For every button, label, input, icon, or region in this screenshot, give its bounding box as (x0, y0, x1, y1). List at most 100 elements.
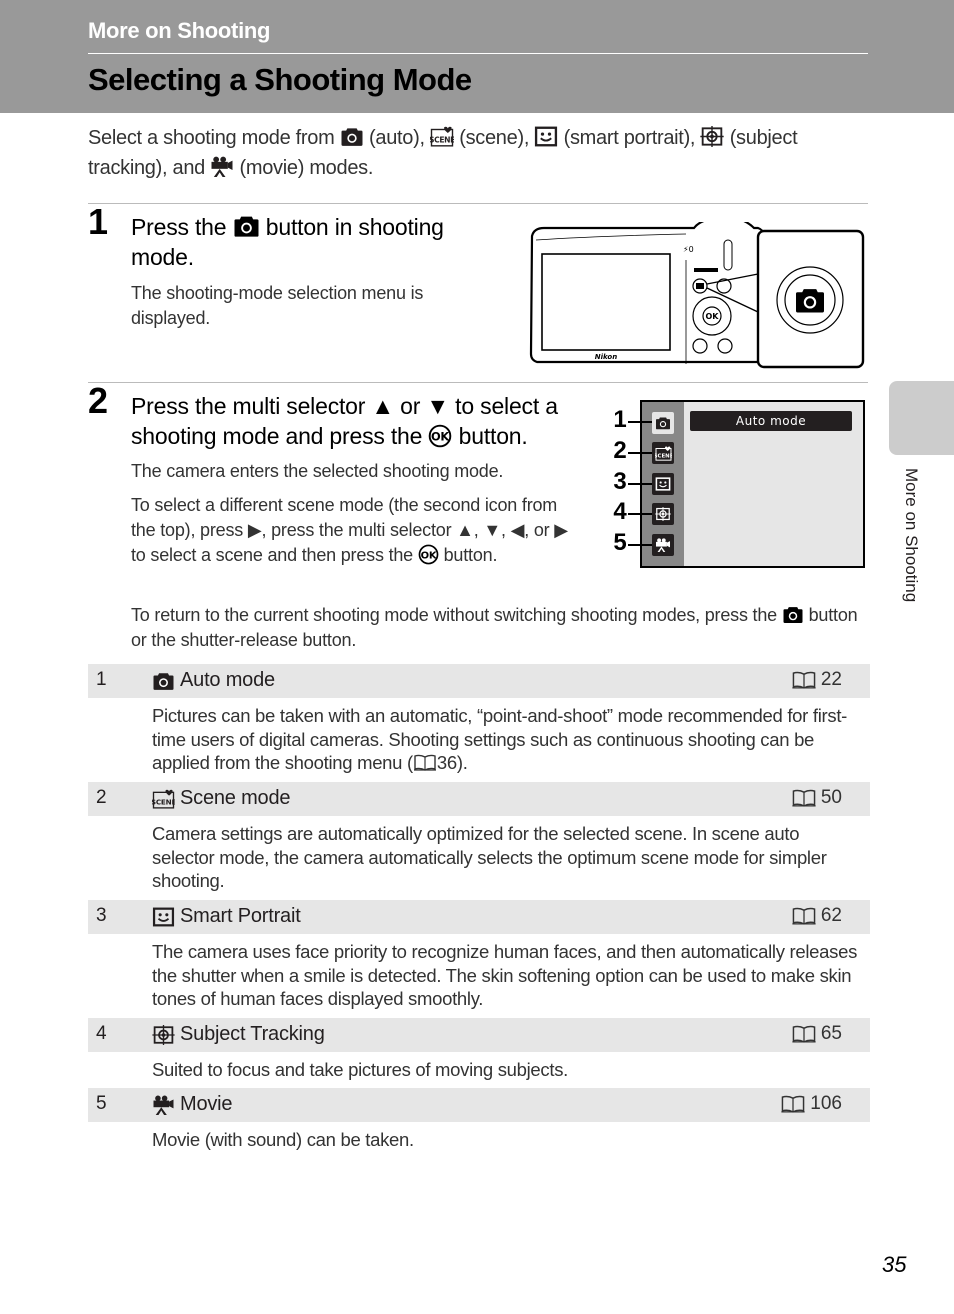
step2-number: 2 (88, 380, 109, 421)
book-icon (791, 671, 817, 690)
menu-item-auto[interactable] (652, 412, 674, 434)
mode-description-end: ). (456, 752, 468, 773)
inline-page-reference[interactable]: 36 (437, 752, 457, 773)
mode-name-text: Subject Tracking (180, 1023, 325, 1045)
step1-body: The shooting-mode selection menu is disp… (131, 283, 424, 328)
step2-body-3-text-a: To return to the current shooting mode w… (131, 605, 777, 625)
callout-line (628, 452, 652, 454)
step2-body-2-text-a: To select a different scene mode (the se… (131, 495, 568, 565)
mode-row-auto: 1 Auto mode 22 (88, 664, 870, 698)
mode-row-subject-tracking: 4 Subject Tracking 65 (88, 1018, 870, 1052)
movie-icon (655, 538, 671, 552)
callout-line (628, 544, 652, 546)
ok-button-icon (418, 544, 439, 565)
mode-name-text: Scene mode (180, 787, 291, 809)
scene-icon (152, 789, 175, 809)
mode-title: Movie (152, 1093, 233, 1116)
camera-button-zoom-icon (796, 289, 824, 313)
step2-body-3: To return to the current shooting mode w… (131, 603, 866, 653)
page-reference-number: 106 (810, 1093, 842, 1114)
intro-smart-text: (smart portrait), (558, 127, 701, 149)
subject-tracking-icon (152, 1025, 175, 1045)
callout-line (628, 483, 652, 485)
step2-body-2: To select a different scene mode (the se… (131, 493, 571, 568)
menu-item-scene[interactable] (652, 442, 674, 464)
step2-body-2-text-b: button. (443, 545, 498, 565)
callout-number: 4 (613, 498, 627, 525)
mode-index: 5 (96, 1093, 107, 1114)
mode-description: Movie (with sound) can be taken. (152, 1129, 414, 1150)
book-icon (791, 1025, 817, 1044)
page-number: 35 (882, 1252, 907, 1277)
mode-title: Smart Portrait (152, 905, 301, 928)
step2-heading-text-b: button. (458, 423, 528, 449)
header-divider (88, 53, 868, 54)
scene-icon (430, 126, 454, 147)
page-reference[interactable]: 22 (791, 669, 842, 691)
chapter-side-tab[interactable] (889, 381, 954, 455)
mode-description: The camera uses face priority to recogni… (152, 941, 858, 1009)
intro-paragraph: Select a shooting mode from (auto), (sce… (88, 123, 878, 183)
menu-item-movie[interactable] (652, 534, 674, 556)
page-reference-number: 22 (820, 669, 842, 690)
callout-number: 5 (613, 529, 627, 556)
mode-index: 2 (96, 787, 107, 808)
page-reference[interactable]: 50 (791, 787, 842, 809)
camera-icon (233, 214, 260, 238)
mode-index: 4 (96, 1023, 107, 1044)
step2-body-1: The camera enters the selected shooting … (131, 461, 504, 481)
menu-item-smart-portrait[interactable] (652, 473, 674, 495)
page-reference[interactable]: 65 (791, 1023, 842, 1045)
mode-menu-screen: Auto mode (640, 400, 865, 568)
subject-tracking-icon (655, 507, 671, 521)
mode-title: Scene mode (152, 787, 290, 810)
book-icon (413, 754, 437, 772)
callout-line (628, 421, 652, 423)
step2-heading: Press the multi selector ▲ or ▼ to selec… (131, 391, 586, 451)
intro-movie-text: (movie) modes. (234, 157, 374, 179)
mode-title: Subject Tracking (152, 1023, 325, 1046)
page-reference[interactable]: 62 (791, 905, 842, 927)
mode-description: Suited to focus and take pictures of mov… (152, 1059, 569, 1080)
smart-portrait-icon (152, 907, 175, 927)
svg-text:⚡0: ⚡0 (683, 245, 694, 254)
mode-title: Auto mode (152, 669, 275, 692)
mode-index: 3 (96, 905, 107, 926)
mode-row-smart-portrait: 3 Smart Portrait 62 (88, 900, 870, 934)
callout-line (628, 513, 652, 515)
mode-name-text: Auto mode (180, 669, 275, 691)
mode-menu-illustration: Auto mode 1 2 3 4 5 (608, 400, 868, 570)
step2-divider (88, 382, 868, 383)
scene-icon (655, 446, 672, 461)
selected-mode-label: Auto mode (690, 411, 852, 431)
movie-icon (152, 1095, 175, 1115)
step1-heading-text-a: Press the (131, 214, 227, 240)
intro-scene-text: (scene), (453, 127, 535, 149)
camera-icon (782, 605, 804, 624)
camera-icon (152, 671, 175, 691)
intro-auto-text: (auto), (363, 127, 430, 149)
book-icon (780, 1095, 806, 1114)
book-icon (791, 907, 817, 926)
chapter-title: More on Shooting (88, 18, 271, 43)
camera-icon (655, 416, 671, 430)
mode-name-text: Smart Portrait (180, 905, 301, 927)
callout-number: 2 (613, 437, 627, 464)
mode-row-scene: 2 Scene mode 50 (88, 782, 870, 816)
smart-portrait-icon (655, 477, 671, 491)
page-reference-number: 65 (820, 1023, 842, 1044)
step1-heading: Press the button in shooting mode. (131, 212, 481, 272)
side-tab-label: More on Shooting (902, 468, 921, 603)
camera-brand-label: Nikon (595, 353, 617, 361)
book-icon (791, 789, 817, 808)
page-reference[interactable]: 106 (780, 1093, 842, 1115)
menu-item-subject-tracking[interactable] (652, 503, 674, 525)
camera-back-illustration: Nikon ⚡0 OK (529, 222, 865, 369)
mode-description-text: Pictures can be taken with an automatic,… (152, 705, 848, 773)
page-reference-number: 50 (820, 787, 842, 808)
page-reference-number: 62 (820, 905, 842, 926)
movie-icon (210, 156, 234, 177)
callout-number: 3 (613, 468, 627, 495)
step1-number: 1 (88, 201, 109, 242)
camera-icon (340, 126, 364, 147)
